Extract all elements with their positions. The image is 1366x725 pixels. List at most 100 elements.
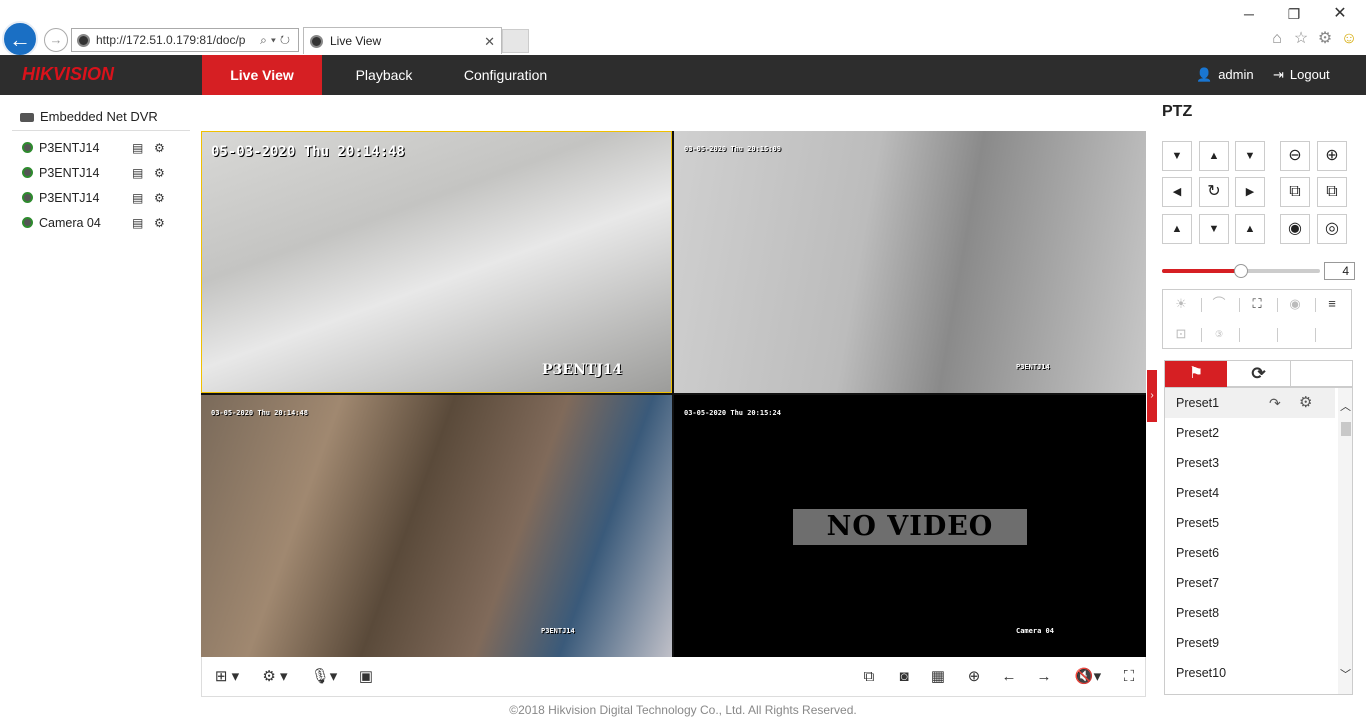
preset-item-7[interactable]: Preset7 [1165, 568, 1335, 598]
tree-root-dvr[interactable]: Embedded Net DVR [20, 108, 158, 126]
tab-preset-flag-icon[interactable]: ⚑ [1165, 361, 1227, 387]
tree-camera-3[interactable]: P3ENTJ14 ▤ ⚙ [22, 189, 182, 207]
start-live-icon[interactable]: ▤ [132, 214, 143, 232]
ptz-left-icon[interactable]: ◀ [1162, 177, 1192, 207]
microphone-icon[interactable]: 🎙▾ [306, 667, 342, 687]
smiley-feedback-icon[interactable]: ☺ [1339, 29, 1359, 49]
window-layout-icon[interactable]: ⊞ ▾ [207, 667, 247, 687]
set-preset-gear-icon[interactable]: ⚙ [1299, 388, 1312, 418]
ptz-auto-rotate-icon[interactable]: ↻ [1199, 177, 1229, 207]
stop-all-icon[interactable]: ⧉ [859, 667, 879, 687]
settings-gear-icon[interactable]: ⚙ [1315, 29, 1335, 49]
zoom-out-icon[interactable]: ⊖ [1280, 141, 1310, 171]
ptz-down-left-icon[interactable]: ▲ [1162, 214, 1192, 244]
video-pane-1[interactable]: 05-03-2020 Thu 20:14:48 P3ENTJ14 [201, 131, 672, 393]
ptz-up-left-icon[interactable]: ▼ [1162, 141, 1192, 171]
video-pane-2[interactable]: 03-05-2020 Thu 20:15:09 P3ENTJ14 [674, 131, 1146, 393]
record-icon[interactable]: ▦ [928, 667, 948, 687]
preset-item-2[interactable]: Preset2 [1165, 418, 1335, 448]
user-menu[interactable]: 👤 admin [1196, 55, 1254, 95]
preset-item-3[interactable]: Preset3 [1165, 448, 1335, 478]
preset-label: Preset4 [1176, 486, 1220, 500]
preset-scrollbar[interactable]: ︿ ﹀ [1338, 388, 1352, 694]
video-pane-3[interactable]: 03-05-2020 Thu 20:14:48 P3ENTJ14 [201, 395, 672, 657]
preset-item-4[interactable]: Preset4 [1165, 478, 1335, 508]
restore-icon[interactable]: ❐ [1272, 2, 1316, 26]
preset-label: Preset2 [1176, 426, 1220, 440]
scroll-up-icon[interactable]: ︿ [1338, 398, 1352, 414]
logout-icon: ⇥ [1273, 67, 1284, 82]
hikvision-logo: HIKVISION [22, 64, 115, 84]
stream-settings-icon[interactable]: ⚙ [154, 189, 165, 207]
address-bar[interactable]: http://172.51.0.179:81/doc/p ⌕▾↻ [71, 28, 299, 52]
menu-icon[interactable]: ≡ [1322, 294, 1342, 314]
zoom-in-icon[interactable]: ⊕ [1317, 141, 1347, 171]
browser-tab[interactable]: Live View ✕ [303, 27, 502, 54]
collapse-panel-handle[interactable]: › [1147, 370, 1157, 422]
divider [1315, 328, 1316, 342]
tab-configuration[interactable]: Configuration [448, 55, 563, 95]
preset-item-6[interactable]: Preset6 [1165, 538, 1335, 568]
focus-far-icon[interactable]: ⧉ [1317, 177, 1347, 207]
forward-arrow-icon[interactable]: → [44, 28, 68, 52]
preset-item-9[interactable]: Preset9 [1165, 628, 1335, 658]
new-tab-button[interactable] [502, 29, 529, 53]
lens-init-icon[interactable]: ◉ [1285, 294, 1305, 314]
3d-zoom-icon[interactable]: ③ [1209, 324, 1229, 344]
stream-settings-icon[interactable]: ⚙ [154, 214, 165, 232]
iris-open-icon[interactable]: ◎ [1317, 214, 1347, 244]
start-live-icon[interactable]: ▤ [132, 189, 143, 207]
osd-timestamp: 05-03-2020 Thu 20:14:48 [211, 144, 405, 160]
tree-camera-2[interactable]: P3ENTJ14 ▤ ⚙ [22, 164, 182, 182]
osd-timestamp: 03-05-2020 Thu 20:14:48 [211, 409, 308, 417]
manual-tracking-icon[interactable]: ⊡ [1171, 324, 1191, 344]
home-icon[interactable]: ⌂ [1267, 29, 1287, 49]
ptz-down-icon[interactable]: ▼ [1199, 214, 1229, 244]
ptz-speed-knob[interactable] [1234, 264, 1248, 278]
auxiliary-focus-icon[interactable]: ⛶ [1247, 294, 1267, 314]
call-preset-icon[interactable]: ↷ [1269, 388, 1281, 418]
iris-close-icon[interactable]: ◉ [1280, 214, 1310, 244]
ptz-up-icon[interactable]: ▲ [1199, 141, 1229, 171]
ptz-up-right-icon[interactable]: ▼ [1235, 141, 1265, 171]
divider [1315, 298, 1316, 312]
capture-camera-icon[interactable]: ◙ [894, 667, 914, 687]
preset-item-5[interactable]: Preset5 [1165, 508, 1335, 538]
scroll-down-icon[interactable]: ﹀ [1338, 666, 1352, 682]
two-way-audio-icon[interactable]: ▣ [356, 667, 376, 687]
stream-settings-icon[interactable]: ⚙ [154, 139, 165, 157]
ptz-down-right-icon[interactable]: ▲ [1235, 214, 1265, 244]
tab-close-icon[interactable]: ✕ [484, 28, 495, 55]
start-live-icon[interactable]: ▤ [132, 139, 143, 157]
minimize-icon[interactable]: ─ [1227, 2, 1271, 26]
tree-camera-4[interactable]: Camera 04 ▤ ⚙ [22, 214, 182, 232]
tree-camera-1[interactable]: P3ENTJ14 ▤ ⚙ [22, 139, 182, 157]
logout-button[interactable]: ⇥ Logout [1273, 55, 1330, 95]
wiper-icon[interactable]: ⌒ [1209, 294, 1229, 314]
preset-item-8[interactable]: Preset8 [1165, 598, 1335, 628]
camera-name: Camera 04 [39, 216, 101, 230]
tab-playback[interactable]: Playback [334, 55, 434, 95]
user-icon: 👤 [1196, 67, 1213, 82]
fullscreen-icon[interactable]: ⛶ [1119, 667, 1139, 687]
preset-item-1[interactable]: Preset1 ↷ ⚙ [1165, 388, 1335, 418]
light-icon[interactable]: ☀ [1171, 294, 1191, 314]
ptz-right-icon[interactable]: ▶ [1235, 177, 1265, 207]
preset-item-10[interactable]: Preset10 [1165, 658, 1335, 688]
tab-live-view[interactable]: Live View [202, 55, 322, 95]
next-page-icon[interactable]: → [1034, 667, 1054, 687]
tab-patrol-icon[interactable]: ⟳ [1227, 361, 1291, 387]
close-window-icon[interactable]: ✕ [1318, 2, 1362, 26]
favorites-star-icon[interactable]: ☆ [1291, 29, 1311, 49]
previous-page-icon[interactable]: ← [999, 667, 1019, 687]
stream-settings-icon[interactable]: ⚙ [154, 164, 165, 182]
back-arrow-icon[interactable]: ← [2, 21, 38, 57]
address-actions-icon[interactable]: ⌕▾↻ [258, 29, 294, 51]
start-live-icon[interactable]: ▤ [132, 164, 143, 182]
focus-near-icon[interactable]: ⧉ [1280, 177, 1310, 207]
scroll-thumb[interactable] [1341, 422, 1351, 436]
stream-type-icon[interactable]: ⚙ ▾ [257, 667, 293, 687]
digital-zoom-icon[interactable]: ⊕ [964, 667, 984, 687]
audio-mute-icon[interactable]: 🔇▾ [1068, 667, 1108, 687]
video-pane-4[interactable]: 03-05-2020 Thu 20:15:24 NO VIDEO Camera … [674, 395, 1146, 657]
